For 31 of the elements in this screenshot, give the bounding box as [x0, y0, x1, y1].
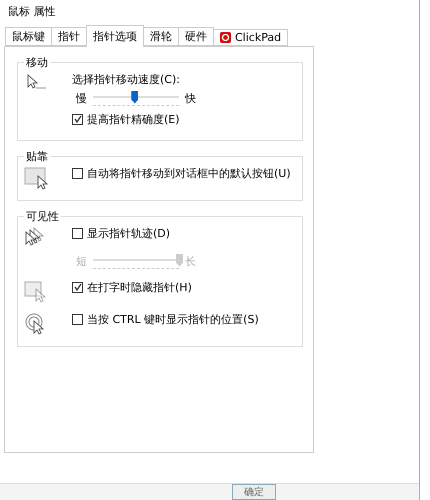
tab[interactable]: 硬件	[178, 26, 214, 46]
check-icon	[74, 115, 82, 123]
slider-min-label: 短	[76, 254, 87, 268]
touchpad-logo-icon	[220, 32, 231, 42]
group-title: 可见性	[25, 208, 60, 224]
checkbox[interactable]	[72, 314, 83, 324]
checkbox-option[interactable]: 显示指针轨迹(D)	[72, 226, 170, 240]
checkbox[interactable]	[72, 282, 83, 292]
tab[interactable]: 指针	[51, 26, 87, 46]
slider-label: 选择指针移动速度(C):	[72, 72, 181, 86]
slider-max-label: 长	[185, 254, 196, 268]
tab[interactable]: 滑轮	[143, 26, 179, 46]
slider-min-label: 慢	[76, 90, 87, 106]
checkbox-option[interactable]: 自动将指针移动到对话框中的默认按钮(U)	[72, 166, 291, 180]
checkbox[interactable]	[72, 228, 83, 238]
window-title: 鼠标 属性	[7, 4, 56, 20]
group-title: 贴靠	[25, 148, 49, 164]
check-icon	[74, 283, 82, 291]
checkbox-option[interactable]: 提高指针精确度(E)	[72, 112, 180, 126]
checkbox[interactable]	[72, 168, 83, 178]
tab[interactable]: 鼠标键	[5, 26, 52, 46]
ok-button[interactable]: 确定	[232, 484, 276, 500]
tab[interactable]: ClickPad	[213, 28, 288, 46]
checkbox[interactable]	[72, 114, 83, 124]
slider-max-label: 快	[185, 90, 196, 106]
slider-thumb[interactable]	[131, 90, 138, 104]
group-title: 移动	[25, 54, 49, 70]
checkbox-option[interactable]: 当按 CTRL 键时显示指针的位置(S)	[72, 312, 259, 326]
checkbox-option[interactable]: 在打字时隐藏指针(H)	[72, 280, 192, 294]
slider-track[interactable]	[93, 90, 179, 106]
tab[interactable]: 指针选项	[86, 24, 144, 46]
